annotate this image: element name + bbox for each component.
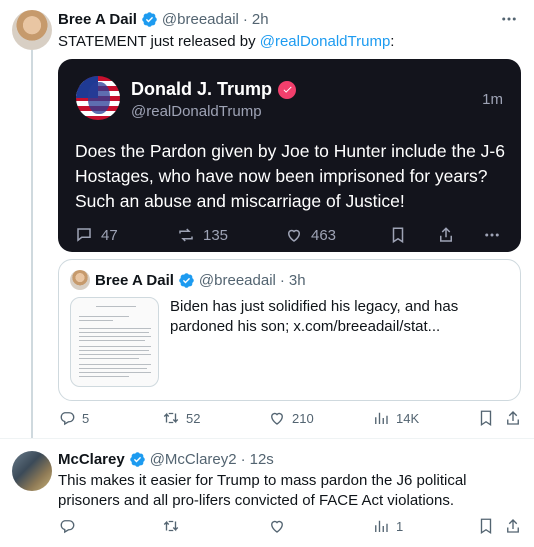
timestamp[interactable]: 12s — [250, 451, 274, 468]
truth-retruth-count: 135 — [203, 226, 229, 244]
truth-timestamp: 1m — [482, 91, 503, 108]
separator-dot: · — [242, 11, 248, 28]
retruth-icon — [179, 228, 193, 242]
tweet-action-bar: 1 — [58, 517, 522, 539]
reply-button[interactable] — [58, 517, 76, 535]
tweet-text-suffix: : — [390, 33, 395, 50]
bookmark-icon[interactable] — [477, 409, 495, 427]
author-name[interactable]: McClarey — [58, 451, 125, 468]
views-chart-icon — [375, 412, 388, 424]
avatar[interactable] — [12, 10, 52, 50]
attached-image-truth-post[interactable]: Donald J. Trump @realDonaldTrump 1m Does… — [58, 59, 521, 252]
share-icon[interactable] — [504, 517, 522, 535]
views-count: 1 — [396, 518, 404, 534]
tweet-text: STATEMENT just released by @realDonaldTr… — [58, 32, 394, 52]
tweet-header: McClarey @McClarey2 · 12s — [58, 451, 274, 468]
repost-count: 52 — [186, 410, 201, 426]
mention-link[interactable]: @realDonaldTrump — [260, 33, 391, 50]
repost-icon — [163, 412, 179, 424]
verified-badge-icon — [142, 12, 157, 27]
author-handle[interactable]: @McClarey2 — [150, 451, 237, 468]
separator-dot: · — [279, 272, 285, 289]
quote-author-handle: @breeadail — [198, 272, 276, 289]
reply-count: 5 — [82, 410, 90, 426]
separator-dot: · — [240, 451, 246, 468]
truth-like-count: 463 — [311, 226, 337, 244]
bookmark-icon[interactable] — [477, 517, 495, 535]
views-button[interactable]: 14K — [372, 409, 419, 427]
truth-retruth: 135 — [177, 226, 228, 244]
quote-text: Biden has just solidified his legacy, an… — [170, 298, 459, 335]
tweet-text-prefix: STATEMENT just released by — [58, 33, 260, 50]
tweet-text: This makes it easier for Trump to mass p… — [58, 472, 467, 509]
truth-like: 463 — [285, 226, 336, 244]
truth-reply-count: 47 — [101, 226, 118, 244]
truth-author-name-text: Donald J. Trump — [131, 79, 273, 99]
views-chart-icon — [375, 520, 388, 532]
author-name[interactable]: Bree A Dail — [58, 11, 137, 28]
like-count: 210 — [292, 410, 314, 426]
verified-badge-icon — [129, 452, 145, 467]
heart-icon — [271, 520, 283, 533]
quote-timestamp: 3h — [288, 272, 306, 289]
reply-icon — [77, 228, 91, 242]
quote-header: Bree A Dail @breeadail · 3h — [95, 272, 306, 289]
views-button[interactable]: 1 — [372, 517, 403, 535]
avatar[interactable] — [12, 451, 52, 491]
truth-avatar — [76, 76, 120, 120]
tweet-bree[interactable]: Bree A Dail @breeadail · 2h STATEMENT ju… — [0, 0, 534, 438]
repost-button[interactable] — [162, 517, 180, 535]
quoted-tweet[interactable]: Bree A Dail @breeadail · 3h Biden has ju… — [58, 259, 521, 401]
tweet-mcclarey[interactable]: McClarey @McClarey2 · 12s This makes it … — [0, 438, 534, 547]
tweet-action-bar: 5 52 210 14K — [58, 409, 522, 431]
views-count: 14K — [396, 410, 420, 426]
truth-action-bar: 47 135 463 — [75, 226, 505, 248]
truth-verified-icon — [278, 80, 297, 99]
repost-icon — [163, 520, 179, 532]
author-handle[interactable]: @breeadail — [162, 11, 239, 28]
heart-icon — [287, 229, 301, 242]
timestamp[interactable]: 2h — [252, 11, 269, 28]
tweet-header: Bree A Dail @breeadail · 2h — [58, 11, 269, 28]
repost-button[interactable]: 52 — [162, 409, 200, 427]
like-button[interactable]: 210 — [268, 409, 314, 427]
reply-icon — [60, 520, 75, 534]
truth-bookmark-icon — [389, 226, 407, 244]
more-options-icon[interactable] — [498, 10, 520, 28]
truth-reply: 47 — [75, 226, 118, 244]
quote-document-thumbnail — [70, 297, 159, 387]
truth-author-handle: @realDonaldTrump — [131, 103, 262, 120]
truth-author-name: Donald J. Trump — [131, 79, 297, 100]
truth-more-icon — [483, 226, 501, 244]
reply-button[interactable]: 5 — [58, 409, 89, 427]
share-icon[interactable] — [504, 409, 522, 427]
like-button[interactable] — [268, 517, 286, 535]
heart-icon — [271, 412, 283, 425]
truth-share-icon — [437, 226, 455, 244]
quote-avatar — [70, 270, 90, 290]
truth-post-text: Does the Pardon given by Joe to Hunter i… — [75, 141, 505, 211]
quote-author-name: Bree A Dail — [95, 272, 174, 289]
verified-badge-icon — [179, 273, 194, 288]
reply-icon — [60, 412, 75, 426]
